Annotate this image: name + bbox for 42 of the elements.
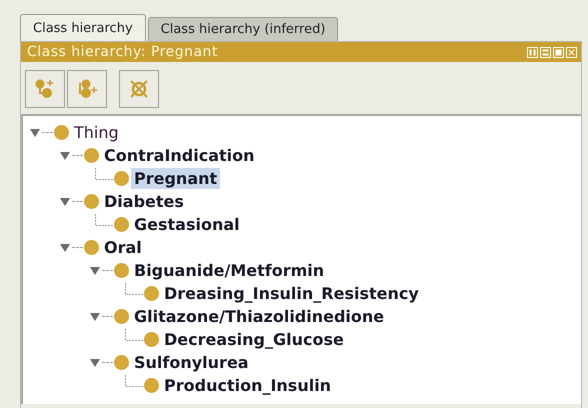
tree-connector xyxy=(95,168,113,180)
class-icon xyxy=(114,355,129,370)
class-icon xyxy=(54,125,69,140)
class-icon xyxy=(84,240,99,255)
tree-connector xyxy=(95,214,113,226)
class-node[interactable]: Decreasing_Glucose xyxy=(161,329,347,350)
class-node[interactable]: Gestasional xyxy=(131,214,243,235)
class-node[interactable]: Thing xyxy=(71,122,122,143)
class-icon xyxy=(114,309,129,324)
class-node[interactable]: ContraIndication xyxy=(101,145,258,166)
class-icon xyxy=(114,263,129,278)
class-icon xyxy=(84,194,99,209)
add-sibling-icon xyxy=(76,78,98,100)
class-node[interactable]: Production_Insulin xyxy=(161,375,334,396)
add-subclass-icon xyxy=(34,78,56,100)
tree-connector xyxy=(125,328,143,340)
class-node[interactable]: Oral xyxy=(101,237,145,258)
class-node[interactable]: Glitazone/Thiazolidinedione xyxy=(131,306,388,327)
class-node[interactable]: Sulfonylurea xyxy=(131,352,252,373)
expanded-triangle-icon[interactable] xyxy=(89,356,101,368)
class-icon xyxy=(114,171,129,186)
expanded-triangle-icon[interactable] xyxy=(59,150,71,162)
class-icon xyxy=(144,378,159,393)
tab[interactable]: Class hierarchy xyxy=(20,14,146,41)
class-icon xyxy=(84,148,99,163)
class-icon xyxy=(114,217,129,232)
expanded-triangle-icon[interactable] xyxy=(29,126,41,138)
class-node[interactable]: Biguanide/Metformin xyxy=(131,260,328,281)
class-icon xyxy=(144,286,159,301)
tree-connector xyxy=(125,374,143,386)
class-node[interactable]: Diabetes xyxy=(101,191,187,212)
class-icon xyxy=(144,332,159,347)
expanded-triangle-icon[interactable] xyxy=(89,264,101,276)
expanded-triangle-icon[interactable] xyxy=(89,310,101,322)
expanded-triangle-icon[interactable] xyxy=(59,242,71,254)
view-title: Class hierarchy: Pregnant xyxy=(27,44,218,60)
delete-icon xyxy=(128,78,150,100)
tab[interactable]: Class hierarchy (inferred) xyxy=(148,17,338,41)
class-node[interactable]: Pregnant xyxy=(131,168,220,189)
expanded-triangle-icon[interactable] xyxy=(59,196,71,208)
class-node[interactable]: Dreasing_Insulin_Resistency xyxy=(161,283,422,304)
tree-connector xyxy=(125,282,143,294)
